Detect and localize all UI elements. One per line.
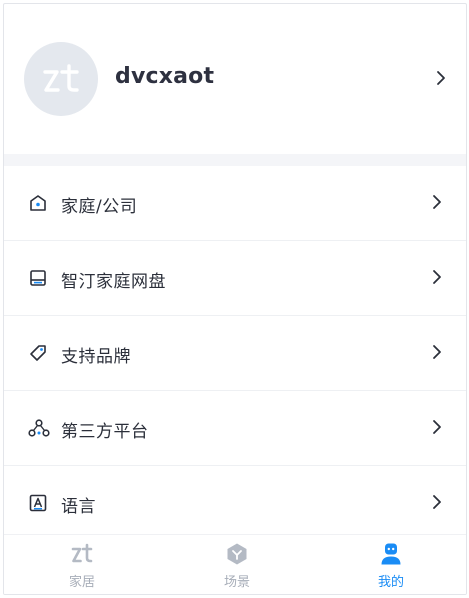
menu-item-home-company[interactable]: 家庭/公司 <box>4 166 466 241</box>
bottom-tab-bar: 家居 场景 我的 <box>4 534 466 594</box>
drive-icon <box>28 268 48 288</box>
menu-item-third-party[interactable]: 第三方平台 <box>4 391 466 466</box>
menu-item-label: 语言 <box>61 497 96 517</box>
chevron-right-icon <box>436 70 446 90</box>
app-window: dvcxaot 家庭/公司 智汀家庭网盘 支持品牌 第三方平台 语言 家居 场景… <box>3 3 467 595</box>
zt-logo-icon <box>43 64 79 92</box>
profile-header[interactable]: dvcxaot <box>4 4 466 154</box>
menu-item-label: 家庭/公司 <box>61 197 138 217</box>
network-icon <box>28 418 50 438</box>
home-icon <box>28 193 48 213</box>
menu-item-label: 智汀家庭网盘 <box>61 272 166 292</box>
language-icon <box>28 493 48 513</box>
menu-item-cloud-drive[interactable]: 智汀家庭网盘 <box>4 241 466 316</box>
user-tab-icon <box>379 542 403 566</box>
menu-item-language[interactable]: 语言 <box>4 466 466 541</box>
scene-tab-icon <box>225 542 249 566</box>
zt-home-tab-icon <box>70 542 94 566</box>
tab-mine[interactable]: 我的 <box>351 535 431 594</box>
menu-item-brands[interactable]: 支持品牌 <box>4 316 466 391</box>
tab-label: 我的 <box>377 575 404 590</box>
chevron-right-icon <box>432 344 442 364</box>
chevron-right-icon <box>432 269 442 289</box>
tab-scenes[interactable]: 场景 <box>197 535 277 594</box>
avatar[interactable] <box>24 42 98 116</box>
chevron-right-icon <box>432 419 442 439</box>
menu-item-label: 第三方平台 <box>61 422 149 442</box>
section-divider <box>4 154 466 166</box>
tab-home[interactable]: 家居 <box>42 535 122 594</box>
tab-label: 家居 <box>68 575 95 590</box>
chevron-right-icon <box>432 194 442 214</box>
settings-menu: 家庭/公司 智汀家庭网盘 支持品牌 第三方平台 语言 <box>4 166 466 541</box>
username: dvcxaot <box>115 64 215 89</box>
menu-item-label: 支持品牌 <box>61 347 131 367</box>
tag-icon <box>28 343 48 363</box>
tab-label: 场景 <box>223 575 250 590</box>
chevron-right-icon <box>432 494 442 514</box>
